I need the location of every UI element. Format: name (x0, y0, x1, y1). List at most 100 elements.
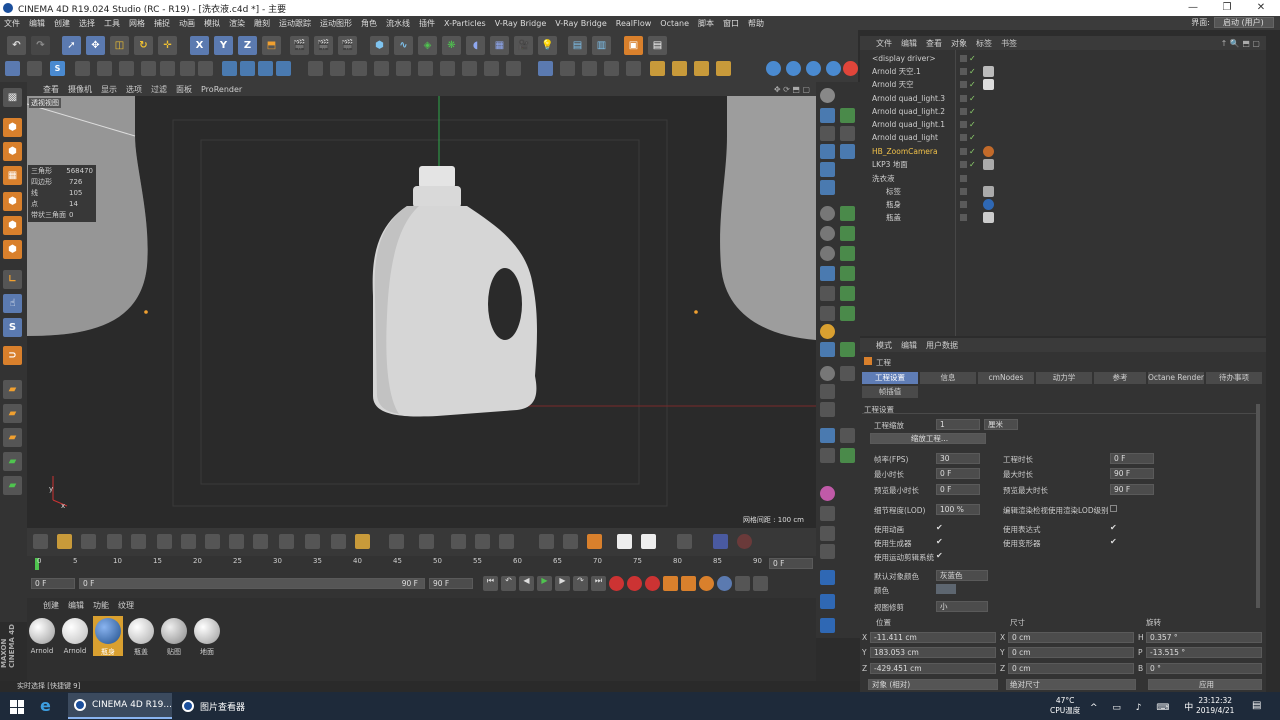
size-z-input[interactable]: 0 cm (1008, 663, 1134, 674)
edges-mode-icon[interactable]: ⬢ (3, 216, 22, 235)
layout-panel-icon[interactable]: ▤ (568, 36, 587, 55)
tool-icon-a8[interactable] (820, 246, 835, 261)
rotate-tool-icon[interactable]: ↻ (134, 36, 153, 55)
material-tag-icon[interactable] (983, 186, 994, 197)
menu-snap[interactable]: 捕捉 (154, 18, 170, 29)
menu-simulate[interactable]: 模拟 (204, 18, 220, 29)
viewport-menu-options[interactable]: 选项 (126, 84, 142, 95)
color-swatch[interactable] (936, 584, 956, 594)
key-pla-icon[interactable] (735, 576, 750, 591)
menu-window[interactable]: 窗口 (723, 18, 739, 29)
subdivision-icon[interactable]: ◈ (418, 36, 437, 55)
notification-icon[interactable]: ▤ (1252, 700, 1261, 711)
layer-icon-3[interactable]: ▰ (3, 428, 22, 447)
visibility-dots-icon[interactable] (960, 175, 967, 182)
mat-menu-edit[interactable]: 编辑 (68, 600, 84, 611)
tab-cmnodes[interactable]: cmNodes (978, 372, 1034, 384)
obj-menu-object[interactable]: 对象 (951, 38, 967, 49)
enabled-check-icon[interactable]: ✓ (969, 147, 976, 156)
toolbar2-icon-19[interactable] (462, 61, 477, 76)
timeline-tool-icon-12[interactable] (305, 534, 320, 549)
object-row[interactable]: Arnold 天空 ✓ (862, 78, 1257, 91)
redo-icon[interactable]: ↷ (31, 36, 50, 55)
tool-icon-a14[interactable] (820, 366, 835, 381)
sphere-tool-icon[interactable] (820, 88, 835, 103)
timeline-tool-icon-3[interactable] (81, 534, 96, 549)
object-row[interactable]: Arnold 天空.1 ✓ (862, 65, 1257, 78)
attribute-scrollbar[interactable] (1256, 404, 1260, 608)
toolbar2-icon-11[interactable] (276, 61, 291, 76)
toolbar2-icon-5[interactable] (160, 61, 175, 76)
scale-project-button[interactable]: 缩放工程... (870, 433, 986, 444)
tool-icon-a9[interactable] (820, 266, 835, 281)
rot-p-input[interactable]: -13.515 ° (1146, 647, 1262, 658)
menu-script[interactable]: 脚本 (698, 18, 714, 29)
menu-tools[interactable]: 工具 (104, 18, 120, 29)
rot-b-input[interactable]: 0 ° (1146, 663, 1262, 674)
tool-icon-a19[interactable] (820, 486, 835, 501)
obj-menu-view[interactable]: 查看 (926, 38, 942, 49)
tab-octane-render[interactable]: Octane Render (1148, 372, 1204, 384)
timeline-tool-icon-7[interactable] (181, 534, 196, 549)
menu-xparticles[interactable]: X-Particles (444, 19, 486, 28)
timeline-tool-icon-23[interactable] (617, 534, 632, 549)
camera-icon[interactable]: 🎥 (514, 36, 533, 55)
material-swatch[interactable]: 地面 (192, 616, 222, 656)
visibility-dots-icon[interactable] (960, 55, 967, 62)
timeline-tool-icon-16[interactable] (419, 534, 434, 549)
menu-motion-tracking[interactable]: 运动跟踪 (279, 18, 311, 29)
tool-icon-b11[interactable] (840, 366, 855, 381)
model-mode-left-icon[interactable]: ⬢ (3, 118, 22, 137)
octane-live-icon[interactable]: ▣ (624, 36, 643, 55)
render-view-icon[interactable]: 🎬 (290, 36, 309, 55)
scale-tool-icon[interactable]: ◫ (110, 36, 129, 55)
tool-icon-b3[interactable] (840, 144, 855, 159)
size-mode-dropdown[interactable]: 绝对尺寸 (1006, 679, 1136, 690)
toolbar2-icon-14[interactable] (352, 61, 367, 76)
use-expressions-checkbox[interactable]: ✔ (1110, 523, 1117, 532)
windows-start-icon[interactable] (10, 700, 24, 714)
prev-key-icon[interactable]: ↶ (501, 576, 516, 591)
obj-menu-nav-icons[interactable]: ↑ 🔍 ⬒ ▢ (1221, 39, 1260, 48)
visibility-dots-icon[interactable] (960, 108, 967, 115)
obj-menu-bookmarks[interactable]: 书签 (1001, 38, 1017, 49)
material-swatch[interactable]: 贴图 (159, 616, 189, 656)
tool-icon-a23[interactable] (820, 570, 835, 585)
texture-mode-icon[interactable] (27, 61, 42, 76)
make-editable-icon[interactable]: ▩ (3, 88, 22, 107)
project-time-input[interactable]: 0 F (1110, 453, 1154, 464)
tool-icon-a20[interactable] (820, 506, 835, 521)
auto-key-icon[interactable] (627, 576, 642, 591)
texture-mode-left-icon[interactable]: ⬢ (3, 142, 22, 161)
viewport-menu-panel[interactable]: 面板 (176, 84, 192, 95)
tool-icon-a7[interactable] (820, 226, 835, 241)
tab-frame-interpolation[interactable]: 帧插值 (862, 386, 918, 398)
timeline-tool-icon-4[interactable] (107, 534, 122, 549)
rot-h-input[interactable]: 0.357 ° (1146, 632, 1262, 643)
use-motion-system-checkbox[interactable]: ✔ (936, 551, 943, 560)
project-scale-input[interactable]: 1 (936, 419, 980, 430)
viewport-menu-filter[interactable]: 过滤 (151, 84, 167, 95)
enabled-check-icon[interactable]: ✓ (969, 54, 976, 63)
edge-browser-icon[interactable]: e (40, 697, 58, 715)
toolbar2-icon-2[interactable] (97, 61, 112, 76)
tool-icon-a17[interactable] (820, 428, 835, 443)
menu-edit[interactable]: 编辑 (29, 18, 45, 29)
tool-icon-a15[interactable] (820, 384, 835, 399)
tool-icon-a21[interactable] (820, 526, 835, 541)
menu-help[interactable]: 帮助 (748, 18, 764, 29)
viewport-nav-icons[interactable]: ✥ ⟳ ⬒ ▢ (774, 85, 810, 94)
render-settings-icon[interactable]: 🎬 (338, 36, 357, 55)
select-tool-icon[interactable]: ➚ (62, 36, 81, 55)
current-frame-field[interactable]: 0 F (769, 558, 813, 569)
timeline-tool-icon-9[interactable] (229, 534, 244, 549)
timeline-tool-icon-24[interactable] (641, 534, 656, 549)
tool-icon-a22[interactable] (820, 544, 835, 559)
tool-icon-a12[interactable] (820, 324, 835, 339)
toolbar2-icon-7[interactable] (198, 61, 213, 76)
maximize-button[interactable]: ❐ (1210, 0, 1244, 16)
timeline-tool-icon-2[interactable] (57, 534, 72, 549)
tab-todo[interactable]: 待办事项 (1206, 372, 1262, 384)
keyframe-selection-icon[interactable] (645, 576, 660, 591)
toolbar2-icon-6[interactable] (180, 61, 195, 76)
